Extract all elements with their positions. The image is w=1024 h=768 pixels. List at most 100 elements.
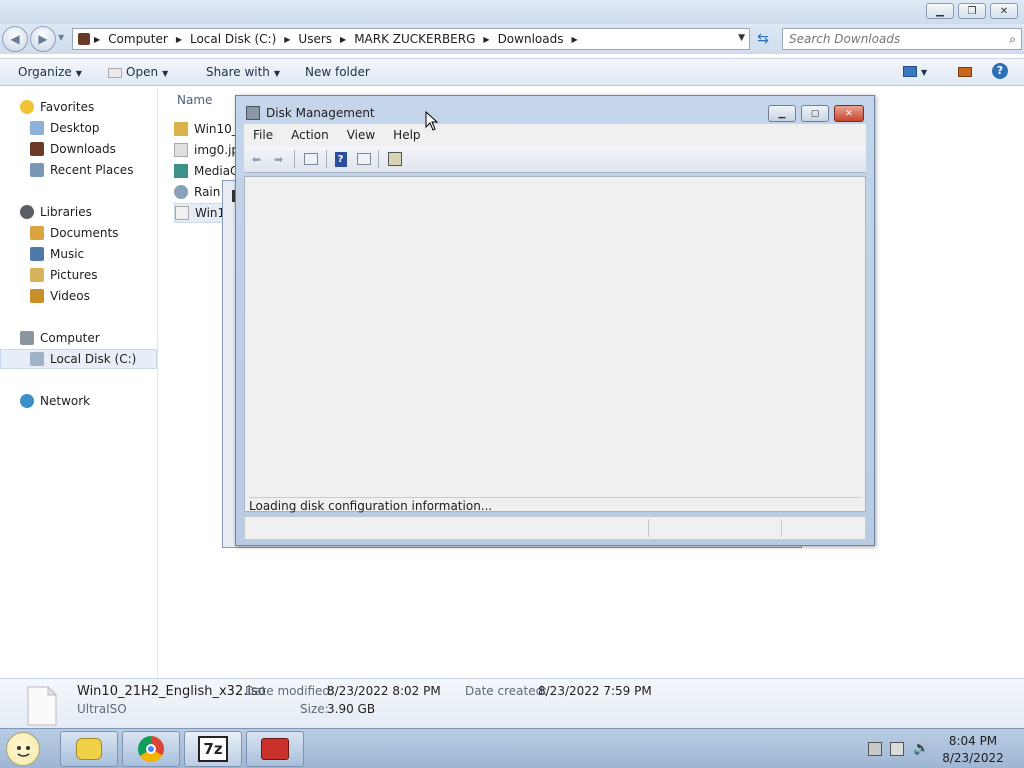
star-icon [20,100,34,114]
nav-libraries[interactable]: Libraries [0,202,157,222]
status-divider [648,519,649,537]
breadcrumb-users[interactable]: Users [294,32,336,46]
help-book-icon: ? [334,151,347,167]
taskbar: 7z 🔊 8:04 PM 8/23/2022 [0,728,1024,768]
help-button[interactable]: ? [992,63,1008,79]
volume-icon[interactable]: 🔊 [913,742,929,756]
videos-icon [30,289,44,303]
forward-arrow-icon: ▶ [38,32,48,46]
action-center-icon[interactable] [868,742,882,756]
nav-pictures[interactable]: Pictures [0,265,157,285]
forward-button[interactable]: ▶ [30,26,56,52]
search-icon[interactable]: ⌕ [1009,32,1016,47]
dm-minimize-button[interactable]: ▁ [768,105,796,122]
nav-network[interactable]: Network [0,391,157,411]
nav-downloads[interactable]: Downloads [0,139,157,159]
show-hide-action-pane-button[interactable] [355,151,372,167]
dm-maximize-button[interactable]: ▢ [801,105,829,122]
minimize-button[interactable]: ▁ [926,3,954,19]
address-history-dropdown-icon[interactable]: ▼ [738,33,745,43]
menu-action[interactable]: Action [282,128,338,142]
nav-documents[interactable]: Documents [0,223,157,243]
status-divider [781,519,782,537]
console-tree-icon [303,153,318,165]
open-file-icon [108,67,122,78]
details-date-modified-label: Date modified: [245,684,335,698]
nav-label: Documents [50,226,119,240]
taskbar-7zip[interactable]: 7z [184,731,242,767]
search-box[interactable]: ⌕ [782,28,1022,50]
details-date-created: 8/23/2022 7:59 PM [538,684,652,698]
properties-button[interactable] [386,151,403,167]
window-title[interactable]: Disk Management [266,106,375,120]
recent-pages-dropdown[interactable]: ▼ [58,33,64,42]
show-hide-console-tree-button[interactable] [302,151,319,167]
explorer-titlebar[interactable]: ▁ ❐ ✕ [0,0,1024,24]
list-item[interactable]: MediaC [174,161,238,181]
help-button[interactable]: ? [332,151,349,167]
breadcrumb-separator-icon[interactable]: ▶ [90,35,104,44]
share-with-button[interactable]: Share with ▼ [206,65,280,79]
breadcrumb-computer[interactable]: Computer [104,32,172,46]
breadcrumb-separator-icon[interactable]: ▶ [336,35,350,44]
nav-favorites[interactable]: Favorites [0,97,157,117]
restore-icon: ❐ [967,5,977,17]
taskbar-chrome[interactable] [122,731,180,767]
close-icon: ✕ [999,5,1009,17]
navigation-pane: Favorites Desktop Downloads Recent Place… [0,88,158,678]
nav-music[interactable]: Music [0,244,157,264]
column-header-name[interactable]: Name [177,93,212,107]
organize-button[interactable]: Organize ▼ [18,65,82,79]
breadcrumb-separator-icon[interactable]: ▶ [479,35,493,44]
menu-view[interactable]: View [338,128,384,142]
forward-button[interactable]: ➡ [270,151,287,167]
view-icon [903,66,917,77]
back-button[interactable]: ◀ [2,26,28,52]
back-button[interactable]: ⬅ [248,151,265,167]
music-icon [30,247,44,261]
open-button[interactable]: Open ▼ [108,65,168,79]
menu-file[interactable]: File [244,128,282,142]
nav-label: Recent Places [50,163,134,177]
chevron-down-icon: ▼ [273,69,281,78]
details-filename: Win10_21H2_English_x32.iso [77,684,266,699]
nav-local-disk[interactable]: Local Disk (C:) [0,349,157,369]
dm-close-button[interactable]: ✕ [834,105,864,122]
breadcrumb-user[interactable]: MARK ZUCKERBERG [350,32,479,46]
nav-recent-places[interactable]: Recent Places [0,160,157,180]
network-status-icon[interactable] [890,742,904,756]
search-input[interactable] [789,32,999,46]
new-folder-button[interactable]: New folder [305,65,370,79]
preview-pane-icon [958,67,972,77]
change-view-button[interactable]: ▼ [903,64,927,78]
iso-file-icon [175,206,189,220]
open-label: Open [126,65,159,79]
toolbox-icon [261,738,289,760]
preview-pane-button[interactable] [958,66,972,80]
breadcrumb-downloads[interactable]: Downloads [494,32,568,46]
file-name: MediaC [194,164,239,178]
system-clock[interactable]: 8:04 PM 8/23/2022 [936,733,1010,767]
chevron-down-icon: ▼ [162,69,169,78]
navigation-bar: ◀ ▶ ▼ ▶ Computer ▶ Local Disk (C:) ▶ Use… [0,24,1024,54]
taskbar-computer-management[interactable] [246,731,304,767]
close-button[interactable]: ✕ [990,3,1018,19]
taskbar-explorer[interactable] [60,731,118,767]
nav-computer[interactable]: Computer [0,328,157,348]
maximize-button[interactable]: ❐ [958,3,986,19]
details-size-label: Size: [300,702,329,716]
action-pane-icon [356,153,371,165]
nav-desktop[interactable]: Desktop [0,118,157,138]
breadcrumb-local-disk[interactable]: Local Disk (C:) [186,32,280,46]
menu-help[interactable]: Help [384,128,429,142]
refresh-button[interactable]: ⇆ [752,28,774,50]
nav-videos[interactable]: Videos [0,286,157,306]
breadcrumb-separator-icon[interactable]: ▶ [280,35,294,44]
list-item[interactable]: Win10_ [174,119,238,139]
start-button[interactable] [6,732,40,766]
address-bar[interactable]: ▶ Computer ▶ Local Disk (C:) ▶ Users ▶ M… [72,28,750,50]
list-item[interactable]: img0.jp [174,140,239,160]
list-item[interactable]: Rain [174,182,220,202]
breadcrumb-separator-icon[interactable]: ▶ [172,35,186,44]
breadcrumb-separator-icon[interactable]: ▶ [567,35,581,44]
